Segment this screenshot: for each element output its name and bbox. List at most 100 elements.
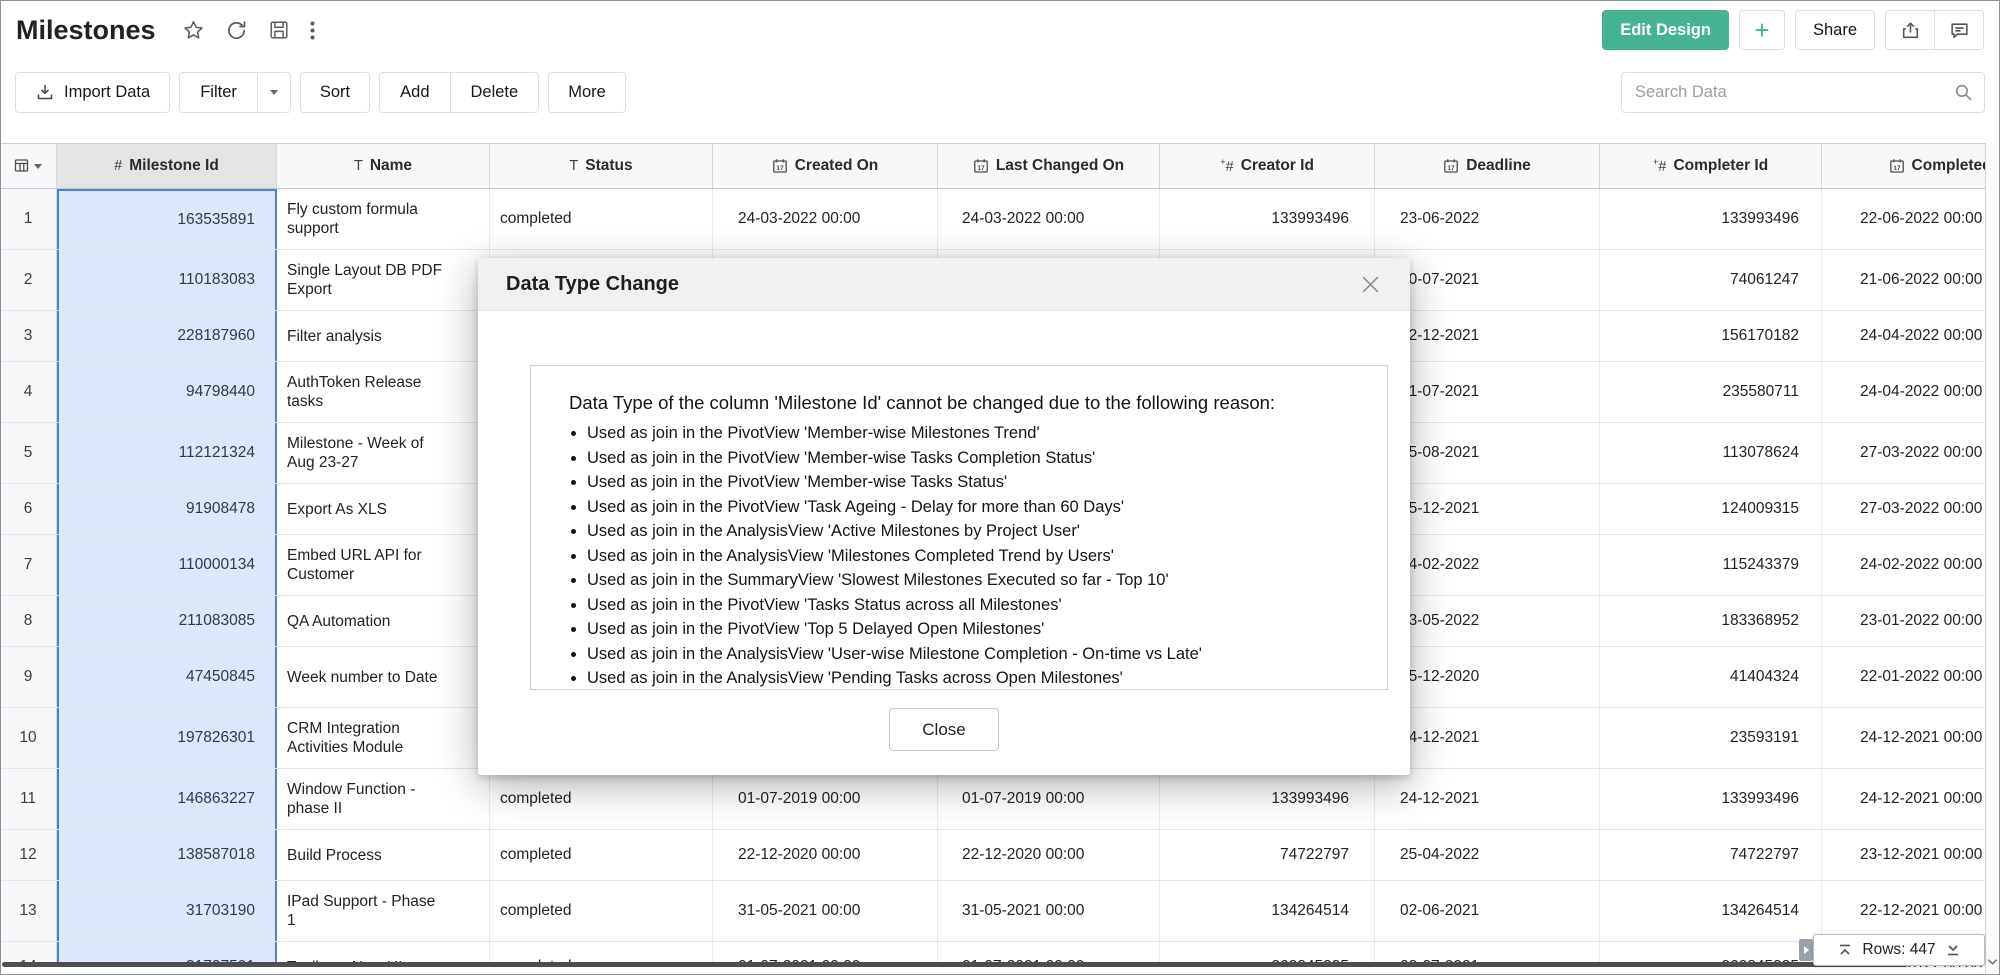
rows-bar-collapse-handle[interactable]	[1799, 939, 1813, 961]
cell-completed[interactable]: 27-03-2022 00:00	[1822, 484, 1985, 534]
column-header-creator[interactable]: +#Creator Id	[1160, 144, 1375, 188]
cell-completed[interactable]: 21-06-2022 00:00	[1822, 250, 1985, 310]
cell-deadline[interactable]: 24-12-2021	[1375, 769, 1600, 829]
cell-deadline[interactable]: 25-04-2022	[1375, 830, 1600, 880]
cell-completer[interactable]: 134264514	[1600, 881, 1822, 941]
column-header-status[interactable]: TStatus	[490, 144, 713, 188]
row-number[interactable]: 10	[0, 708, 57, 768]
cell-creator[interactable]: 133993496	[1160, 189, 1375, 249]
cell-changed[interactable]: 31-05-2021 00:00	[938, 881, 1160, 941]
scroll-to-bottom-button[interactable]	[1945, 942, 1961, 958]
cell-status[interactable]: completed	[490, 189, 713, 249]
cell-name[interactable]: QA Automation	[277, 596, 490, 646]
filter-dropdown-button[interactable]	[257, 73, 290, 112]
cell-completed[interactable]: 22-01-2022 00:00	[1822, 647, 1985, 707]
cell-completed[interactable]: 22-06-2022 00:00	[1822, 189, 1985, 249]
cell-completer[interactable]: 133993496	[1600, 769, 1822, 829]
row-number[interactable]: 7	[0, 535, 57, 595]
row-number[interactable]: 13	[0, 881, 57, 941]
row-number[interactable]: 6	[0, 484, 57, 534]
import-data-button[interactable]: Import Data	[15, 72, 170, 113]
cell-created[interactable]: 31-05-2021 00:00	[713, 881, 938, 941]
cell-status[interactable]: completed	[490, 769, 713, 829]
cell-completer[interactable]: 74061247	[1600, 250, 1822, 310]
column-header-id[interactable]: #Milestone Id	[57, 144, 277, 188]
cell-deadline[interactable]: 02-06-2021	[1375, 881, 1600, 941]
cell-deadline[interactable]: 23-06-2022	[1375, 189, 1600, 249]
column-header-completed[interactable]: 17Completed On	[1822, 144, 1985, 188]
cell-completer[interactable]: 124009315	[1600, 484, 1822, 534]
filter-button[interactable]: Filter	[180, 73, 257, 112]
row-number[interactable]: 3	[0, 311, 57, 361]
cell-id[interactable]: 47450845	[57, 647, 277, 707]
column-header-changed[interactable]: 17Last Changed On	[938, 144, 1160, 188]
cell-completed[interactable]: 24-12-2021 00:00	[1822, 769, 1985, 829]
cell-id[interactable]: 31703190	[57, 881, 277, 941]
select-all-corner[interactable]	[0, 144, 57, 188]
cell-completed[interactable]: 24-12-2021 00:00	[1822, 708, 1985, 768]
sort-button[interactable]: Sort	[300, 72, 370, 113]
cell-completed[interactable]: 23-12-2021 00:00	[1822, 830, 1985, 880]
column-header-completer[interactable]: +#Completer Id	[1600, 144, 1822, 188]
cell-name[interactable]: CRM Integration Activities Module	[277, 708, 490, 768]
cell-id[interactable]: 110183083	[57, 250, 277, 310]
column-header-name[interactable]: TName	[277, 144, 490, 188]
edit-design-button[interactable]: Edit Design	[1602, 10, 1729, 50]
cell-completed[interactable]: 24-02-2022 00:00	[1822, 535, 1985, 595]
cell-completed[interactable]: 22-12-2021 00:00	[1822, 881, 1985, 941]
cell-completer[interactable]: 183368952	[1600, 596, 1822, 646]
vertical-scrollbar[interactable]	[1985, 143, 1999, 974]
cell-name[interactable]: Embed URL API for Customer	[277, 535, 490, 595]
cell-completer[interactable]: 156170182	[1600, 311, 1822, 361]
cell-completer[interactable]: 113078624	[1600, 423, 1822, 483]
export-button[interactable]	[1886, 11, 1934, 49]
cell-completer[interactable]: 235580711	[1600, 362, 1822, 422]
cell-name[interactable]: Window Function - phase II	[277, 769, 490, 829]
comments-button[interactable]	[1934, 11, 1983, 49]
close-button[interactable]: Close	[889, 708, 999, 751]
cell-id[interactable]: 163535891	[57, 189, 277, 249]
cell-name[interactable]: IPad Support - Phase 1	[277, 881, 490, 941]
cell-changed[interactable]: 01-07-2019 00:00	[938, 769, 1160, 829]
row-number[interactable]: 2	[0, 250, 57, 310]
row-number[interactable]: 9	[0, 647, 57, 707]
cell-id[interactable]: 146863227	[57, 769, 277, 829]
cell-name[interactable]: AuthToken Release tasks	[277, 362, 490, 422]
cell-creator[interactable]: 134264514	[1160, 881, 1375, 941]
add-new-button[interactable]: +	[1739, 10, 1785, 50]
cell-id[interactable]: 138587018	[57, 830, 277, 880]
cell-id[interactable]: 197826301	[57, 708, 277, 768]
cell-completer[interactable]: 74722797	[1600, 830, 1822, 880]
cell-created[interactable]: 22-12-2020 00:00	[713, 830, 938, 880]
column-header-created[interactable]: 17Created On	[713, 144, 938, 188]
cell-completed[interactable]: 27-03-2022 00:00	[1822, 423, 1985, 483]
search-input[interactable]	[1621, 72, 1985, 113]
cell-id[interactable]: 228187960	[57, 311, 277, 361]
cell-name[interactable]: Export As XLS	[277, 484, 490, 534]
cell-completed[interactable]: 24-04-2022 00:00	[1822, 362, 1985, 422]
cell-id[interactable]: 211083085	[57, 596, 277, 646]
row-number[interactable]: 11	[0, 769, 57, 829]
cell-completer[interactable]: 23593191	[1600, 708, 1822, 768]
cell-creator[interactable]: 74722797	[1160, 830, 1375, 880]
add-row-button[interactable]: Add	[380, 73, 449, 112]
save-icon[interactable]	[268, 19, 290, 41]
cell-name[interactable]: Build Process	[277, 830, 490, 880]
cell-name[interactable]: Fly custom formula support	[277, 189, 490, 249]
cell-status[interactable]: completed	[490, 830, 713, 880]
cell-name[interactable]: Milestone - Week of Aug 23-27	[277, 423, 490, 483]
favorite-star-icon[interactable]	[182, 19, 205, 42]
column-header-deadline[interactable]: 17Deadline	[1375, 144, 1600, 188]
cell-created[interactable]: 24-03-2022 00:00	[713, 189, 938, 249]
cell-name[interactable]: Filter analysis	[277, 311, 490, 361]
cell-id[interactable]: 91908478	[57, 484, 277, 534]
horizontal-scrollbar[interactable]	[2, 962, 1908, 967]
share-button[interactable]: Share	[1795, 10, 1875, 50]
row-number[interactable]: 8	[0, 596, 57, 646]
cell-name[interactable]: Week number to Date	[277, 647, 490, 707]
cell-changed[interactable]: 22-12-2020 00:00	[938, 830, 1160, 880]
cell-completer[interactable]: 133993496	[1600, 189, 1822, 249]
row-number[interactable]: 1	[0, 189, 57, 249]
row-number[interactable]: 5	[0, 423, 57, 483]
cell-completed[interactable]: 23-01-2022 00:00	[1822, 596, 1985, 646]
